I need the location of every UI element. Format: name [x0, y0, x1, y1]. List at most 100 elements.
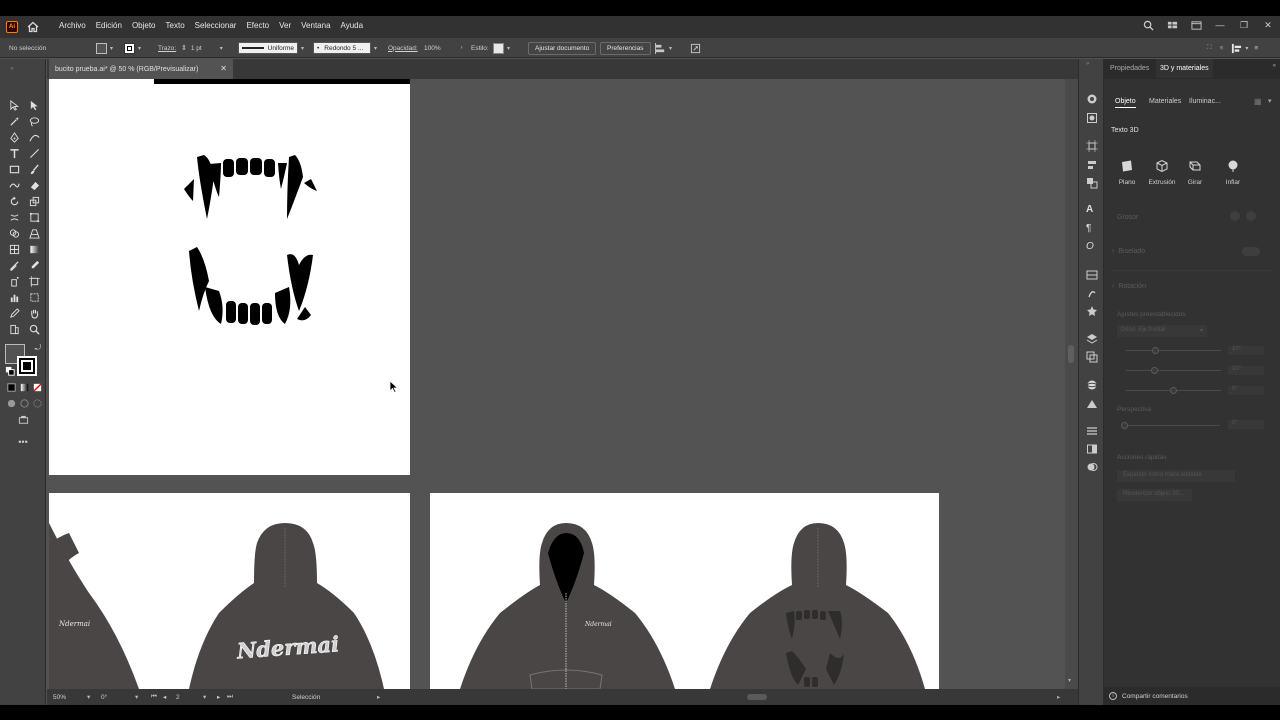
- free-transform-tool-icon[interactable]: [28, 211, 40, 223]
- eyedropper-tool-icon[interactable]: [8, 259, 20, 271]
- x-rotation-slider[interactable]: [1126, 350, 1221, 351]
- hand-tool-icon[interactable]: [28, 307, 40, 319]
- slice-tool-icon[interactable]: [28, 291, 40, 303]
- vertical-scrollbar[interactable]: ▾: [1065, 79, 1078, 689]
- expand-dock-icon[interactable]: »: [1086, 61, 1098, 73]
- artboards-panel-icon[interactable]: [1086, 351, 1098, 363]
- prev-artboard-icon[interactable]: ◂: [163, 693, 166, 701]
- arrange-documents-icon[interactable]: [1190, 19, 1202, 31]
- shape-option-revolve[interactable]: Girar: [1180, 159, 1210, 186]
- paragraph-panel-icon[interactable]: ¶: [1086, 223, 1098, 235]
- perspective-value[interactable]: 0°: [1228, 420, 1264, 429]
- menu-objeto[interactable]: Objeto: [132, 21, 156, 30]
- z-rotation-value[interactable]: 0°: [1228, 386, 1264, 395]
- measure-tool-icon[interactable]: [28, 259, 40, 271]
- artboard-teeth[interactable]: [49, 79, 410, 475]
- collapse-panel-icon[interactable]: «: [6, 63, 18, 75]
- perspective-grid-tool-icon[interactable]: [28, 227, 40, 239]
- transparency-panel-icon[interactable]: [1086, 461, 1098, 473]
- stroke-panel-icon[interactable]: [1086, 425, 1098, 437]
- zoom-dropdown-icon[interactable]: ▾: [87, 693, 90, 701]
- menu-ayuda[interactable]: Ayuda: [341, 21, 364, 30]
- none-mode-icon[interactable]: [31, 381, 43, 393]
- scroll-right-icon[interactable]: ▸: [1057, 693, 1060, 701]
- perspective-slider[interactable]: [1122, 425, 1220, 426]
- document-tab[interactable]: bucito prueba.ai* @ 50 % (RGB/Previsuali…: [49, 59, 233, 79]
- image-trace-panel-icon[interactable]: [1086, 397, 1098, 409]
- rotation-field[interactable]: 0°: [101, 694, 107, 701]
- draw-behind-icon[interactable]: [18, 397, 30, 409]
- render-3d-button[interactable]: Renderizar objeto 3D...: [1117, 489, 1192, 501]
- lasso-tool-icon[interactable]: [28, 115, 40, 127]
- shape-option-extrude[interactable]: Extrusión: [1147, 159, 1177, 186]
- swatches-panel-icon[interactable]: [1086, 269, 1098, 281]
- symbol-sprayer-tool-icon[interactable]: [8, 275, 20, 287]
- subtab-object[interactable]: Objeto: [1115, 98, 1136, 108]
- fill-swatch[interactable]: ▾: [96, 42, 113, 54]
- rotation-dropdown-icon[interactable]: ▾: [135, 693, 138, 701]
- subtab-lighting[interactable]: Iluminac...: [1189, 98, 1221, 105]
- close-icon[interactable]: ✕: [1262, 19, 1274, 31]
- draw-normal-icon[interactable]: [5, 397, 17, 409]
- color-mode-icon[interactable]: [5, 381, 17, 393]
- align-panel-icon[interactable]: [1086, 159, 1098, 171]
- close-tab-icon[interactable]: ✕: [220, 64, 227, 73]
- restore-icon[interactable]: ❐: [1238, 19, 1250, 31]
- screen-mode-icon[interactable]: [17, 414, 29, 426]
- artboard-dropdown-icon[interactable]: ▾: [203, 693, 206, 701]
- transform-icon[interactable]: [690, 42, 701, 54]
- menu-texto[interactable]: Texto: [166, 21, 185, 30]
- align-icon[interactable]: ▾: [655, 42, 672, 54]
- character-panel-icon[interactable]: A: [1086, 204, 1098, 216]
- subtab-materials[interactable]: Materiales: [1149, 98, 1181, 105]
- rectangle-tool-icon[interactable]: [8, 163, 20, 175]
- stroke-swatch[interactable]: ▾: [124, 42, 141, 54]
- shape-option-inflate[interactable]: Inflar: [1218, 159, 1248, 186]
- panel-menu-icon[interactable]: ▾: [1268, 97, 1272, 105]
- type-tool-icon[interactable]: [8, 147, 20, 159]
- next-artboard-icon[interactable]: ▸: [217, 693, 220, 701]
- panel-options-icons[interactable]: ⛶ ≡ ▾ ≡: [1207, 42, 1258, 54]
- layers-panel-icon[interactable]: [1086, 333, 1098, 345]
- shape-option-plane[interactable]: Plano: [1112, 159, 1142, 186]
- 3d-materials-panel-icon[interactable]: [1086, 379, 1098, 391]
- artboard-hoodies-right[interactable]: Ndermai: [430, 493, 939, 689]
- menu-ver[interactable]: Ver: [279, 21, 291, 30]
- tab-3d-materials[interactable]: 3D y materiales: [1156, 59, 1213, 78]
- symbols-panel-icon[interactable]: [1086, 305, 1098, 317]
- fit-document-button[interactable]: Ajustar documento: [528, 41, 597, 55]
- pathfinder-panel-icon[interactable]: [1086, 177, 1098, 189]
- scale-tool-icon[interactable]: [28, 195, 40, 207]
- brushes-panel-icon[interactable]: [1086, 287, 1098, 299]
- menu-edicion[interactable]: Edición: [96, 21, 122, 30]
- stroke-label[interactable]: Trazo:: [158, 42, 176, 54]
- paintbrush-tool-icon[interactable]: [28, 163, 40, 175]
- zoom-tool-icon[interactable]: [28, 323, 40, 335]
- opentype-panel-icon[interactable]: O: [1086, 241, 1098, 253]
- render-icon[interactable]: ▦: [1254, 97, 1262, 106]
- magic-wand-tool-icon[interactable]: [8, 115, 20, 127]
- transform-panel-icon[interactable]: [1086, 140, 1098, 152]
- rotate-tool-icon[interactable]: [8, 195, 20, 207]
- home-icon[interactable]: [26, 20, 40, 34]
- bevel-toggle[interactable]: [1242, 247, 1260, 256]
- style-dropdown[interactable]: ▾: [493, 42, 510, 54]
- stroke-weight-stepper[interactable]: ⇕ 1 pt ▾: [181, 42, 223, 54]
- draw-inside-icon[interactable]: [31, 397, 43, 409]
- artboard-tool-icon[interactable]: [28, 275, 40, 287]
- brush-dropdown[interactable]: • Redondo 5 ... ▾: [313, 42, 377, 54]
- tab-properties[interactable]: Propiedades: [1110, 65, 1149, 72]
- share-feedback-bar[interactable]: i Compartir comentarios: [1104, 687, 1280, 705]
- print-tiling-tool-icon[interactable]: [8, 323, 20, 335]
- menu-seleccionar[interactable]: Seleccionar: [195, 21, 237, 30]
- expand-mesh-button[interactable]: Expandir como malla editable: [1117, 470, 1235, 482]
- gradient-panel-icon[interactable]: [1086, 443, 1098, 455]
- opacity-field[interactable]: 100% ›: [424, 42, 463, 54]
- line-tool-icon[interactable]: [28, 147, 40, 159]
- menu-ventana[interactable]: Ventana: [301, 21, 330, 30]
- vertical-scroll-thumb[interactable]: [1068, 345, 1074, 363]
- scroll-down-icon[interactable]: ▾: [1068, 677, 1071, 684]
- last-artboard-icon[interactable]: ⏭: [227, 693, 233, 701]
- edit-toolbar-icon[interactable]: •••: [17, 436, 29, 448]
- workspace-icon[interactable]: [1166, 19, 1178, 31]
